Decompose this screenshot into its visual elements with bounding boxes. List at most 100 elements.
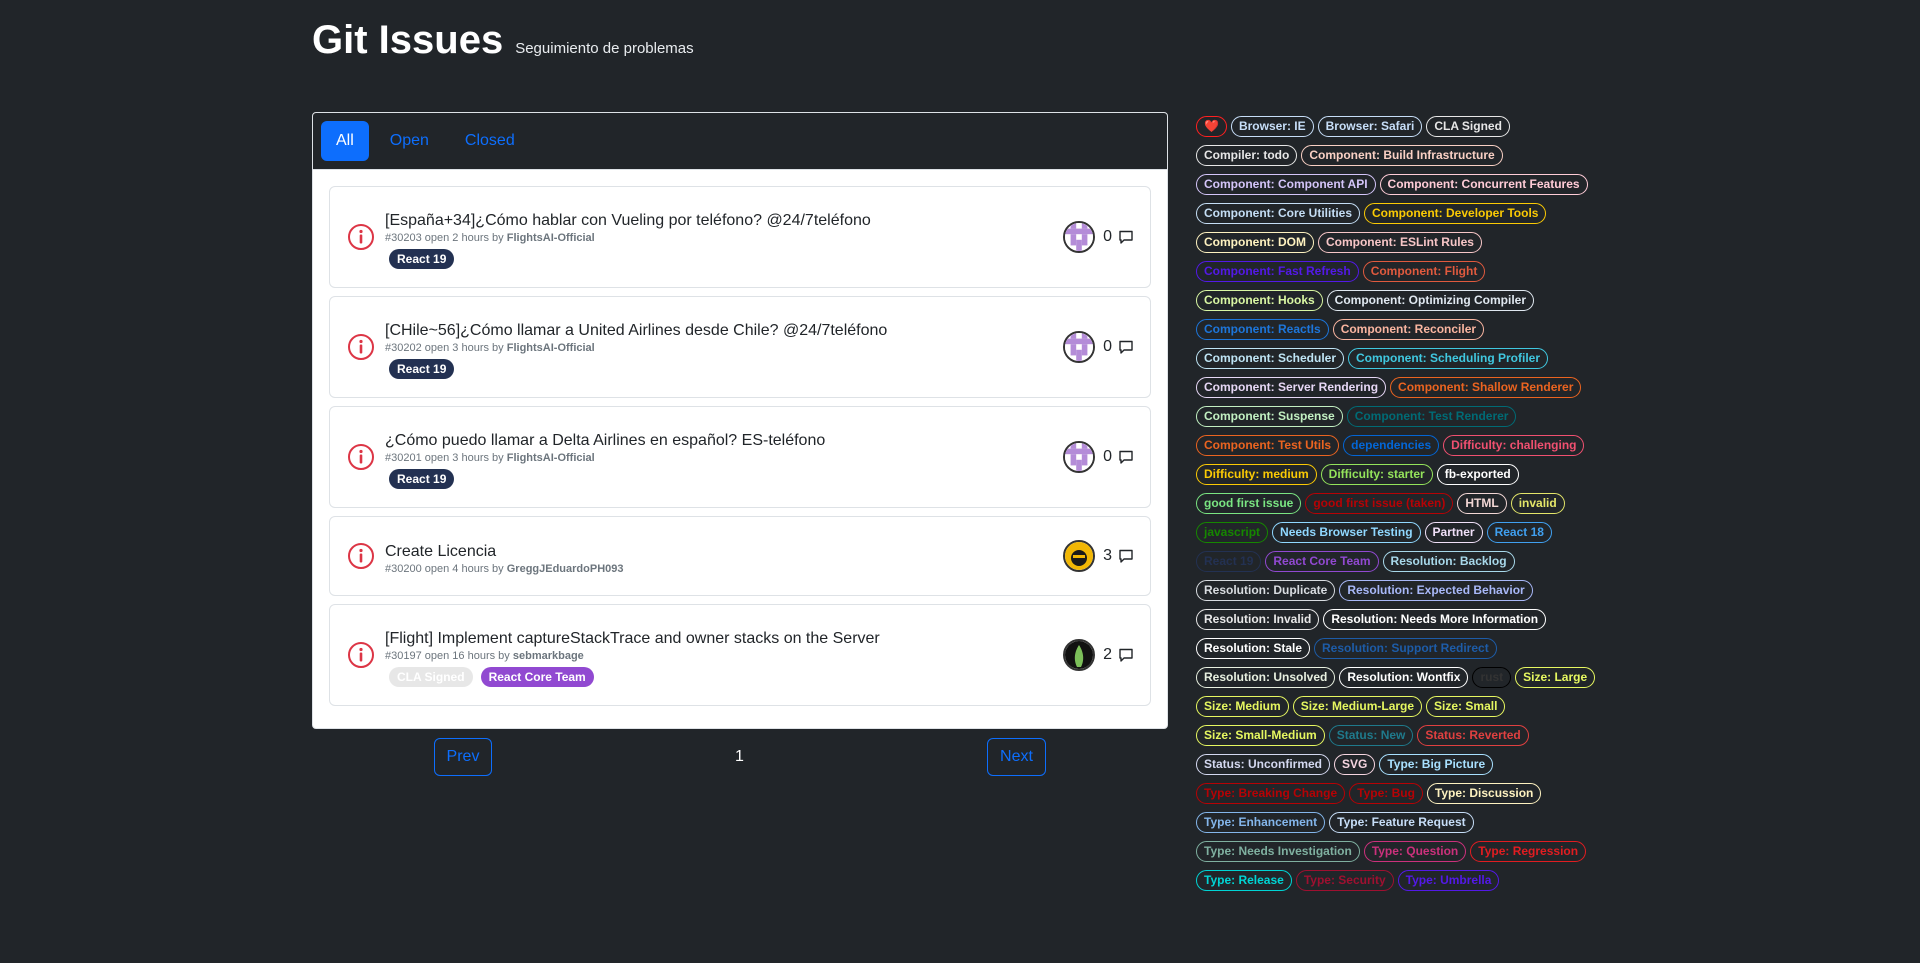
label-badge[interactable]: SVG	[1334, 754, 1376, 775]
avatar[interactable]	[1063, 639, 1096, 671]
label-badge[interactable]: React 19	[1196, 551, 1262, 572]
label-badge[interactable]: Component: Test Utils	[1196, 435, 1340, 456]
tab-open[interactable]: Open	[375, 121, 444, 161]
issue-tag[interactable]: CLA Signed	[389, 666, 473, 687]
label-badge[interactable]: Type: Enhancement	[1196, 812, 1326, 833]
label-badge[interactable]: Type: Release	[1196, 870, 1292, 891]
label-badge[interactable]: HTML	[1457, 493, 1507, 514]
label-badge[interactable]: Difficulty: starter	[1320, 464, 1433, 485]
label-badge[interactable]: Component: Reconciler	[1332, 319, 1485, 340]
avatar[interactable]	[1063, 331, 1096, 363]
label-badge[interactable]: Component: Test Renderer	[1346, 406, 1517, 427]
next-button[interactable]: Next	[987, 738, 1046, 776]
label-badge[interactable]: Status: Reverted	[1417, 725, 1529, 746]
label-badge[interactable]: Component: Hooks	[1196, 290, 1323, 311]
label-badge[interactable]: Resolution: Unsolved	[1196, 667, 1336, 688]
label-badge[interactable]: Resolution: Invalid	[1196, 609, 1320, 630]
issue-title[interactable]: [CHile~56]¿Cómo llamar a United Airlines…	[385, 322, 1063, 340]
issue-row[interactable]: [Flight] Implement captureStackTrace and…	[329, 604, 1151, 706]
label-badge[interactable]: Component: Suspense	[1196, 406, 1343, 427]
prev-button[interactable]: Prev	[434, 738, 492, 776]
label-badge[interactable]: Resolution: Wontfix	[1339, 667, 1469, 688]
label-badge[interactable]: Compiler: todo	[1196, 145, 1298, 166]
label-badge[interactable]: Component: Build Infrastructure	[1301, 145, 1503, 166]
issue-row[interactable]: ¿Cómo puedo llamar a Delta Airlines en e…	[329, 406, 1151, 508]
label-badge[interactable]: Component: Optimizing Compiler	[1326, 290, 1534, 311]
label-badge[interactable]: Type: Security	[1295, 870, 1394, 891]
issue-tag[interactable]: React 19	[389, 468, 455, 489]
label-badge[interactable]: Type: Regression	[1470, 841, 1587, 862]
label-badge[interactable]: Type: Needs Investigation	[1196, 841, 1360, 862]
label-badge[interactable]: rust	[1472, 667, 1512, 688]
avatar[interactable]	[1063, 221, 1096, 253]
label-badge[interactable]: Status: New	[1328, 725, 1414, 746]
issue-author[interactable]: FlightsAI-Official	[507, 342, 595, 354]
issue-title[interactable]: ¿Cómo puedo llamar a Delta Airlines en e…	[385, 432, 1063, 450]
label-badge[interactable]: good first issue (taken)	[1305, 493, 1454, 514]
label-badge[interactable]: Browser: IE	[1230, 116, 1314, 137]
avatar[interactable]	[1063, 441, 1096, 473]
tab-closed[interactable]: Closed	[450, 121, 530, 161]
label-badge[interactable]: Difficulty: medium	[1196, 464, 1317, 485]
label-badge[interactable]: Size: Medium-Large	[1292, 696, 1423, 717]
label-badge[interactable]: Type: Bug	[1349, 783, 1423, 804]
label-badge[interactable]: Component: Server Rendering	[1196, 377, 1387, 398]
label-badge[interactable]: Component: Scheduling Profiler	[1348, 348, 1549, 369]
label-badge[interactable]: Difficulty: challenging	[1443, 435, 1585, 456]
issue-tag[interactable]: React Core Team	[480, 666, 594, 687]
label-badge[interactable]: CLA Signed	[1426, 116, 1510, 137]
label-badge[interactable]: Type: Question	[1363, 841, 1467, 862]
label-badge[interactable]: Component: Concurrent Features	[1379, 174, 1588, 195]
label-badge[interactable]: Size: Small	[1426, 696, 1506, 717]
label-badge[interactable]: Component: Flight	[1362, 261, 1486, 282]
label-badge[interactable]: Component: ReactIs	[1196, 319, 1329, 340]
label-badge[interactable]: Type: Umbrella	[1397, 870, 1500, 891]
label-badge[interactable]: Type: Discussion	[1426, 783, 1542, 804]
label-badge[interactable]: Size: Small-Medium	[1196, 725, 1325, 746]
issue-author[interactable]: GreggJEduardoPH093	[507, 563, 624, 575]
label-badge[interactable]: Component: Component API	[1196, 174, 1376, 195]
issue-author[interactable]: FlightsAI-Official	[507, 452, 595, 464]
label-badge[interactable]: Resolution: Duplicate	[1196, 580, 1336, 601]
tab-all[interactable]: All	[321, 121, 369, 161]
issue-tag[interactable]: React 19	[389, 248, 455, 269]
label-badge[interactable]: Partner	[1424, 522, 1483, 543]
label-badge[interactable]: Component: Fast Refresh	[1196, 261, 1359, 282]
avatar[interactable]	[1063, 540, 1096, 572]
label-badge[interactable]: dependencies	[1343, 435, 1440, 456]
label-badge[interactable]: Component: Core Utilities	[1196, 203, 1361, 224]
issue-title[interactable]: Create Licencia	[385, 543, 1063, 561]
label-badge[interactable]: Resolution: Support Redirect	[1314, 638, 1497, 659]
label-badge[interactable]: Type: Breaking Change	[1196, 783, 1346, 804]
label-badge[interactable]: Resolution: Stale	[1196, 638, 1311, 659]
label-badge[interactable]: Resolution: Needs More Information	[1323, 609, 1547, 630]
label-badge[interactable]: Size: Medium	[1196, 696, 1289, 717]
label-badge[interactable]: Needs Browser Testing	[1272, 522, 1421, 543]
issue-author[interactable]: FlightsAI-Official	[507, 232, 595, 244]
issue-row[interactable]: [CHile~56]¿Cómo llamar a United Airlines…	[329, 296, 1151, 398]
label-badge[interactable]: Resolution: Backlog	[1382, 551, 1515, 572]
label-badge[interactable]: Component: DOM	[1196, 232, 1314, 253]
label-badge[interactable]: javascript	[1196, 522, 1269, 543]
label-badge[interactable]: Size: Large	[1515, 667, 1596, 688]
issue-tag[interactable]: React 19	[389, 358, 455, 379]
label-badge[interactable]: invalid	[1510, 493, 1565, 514]
issue-row[interactable]: [España+34]¿Cómo hablar con Vueling por …	[329, 186, 1151, 288]
label-badge[interactable]: Resolution: Expected Behavior	[1339, 580, 1533, 601]
label-badge[interactable]: Browser: Safari	[1317, 116, 1423, 137]
label-badge[interactable]: Type: Feature Request	[1329, 812, 1474, 833]
label-badge[interactable]: fb-exported	[1436, 464, 1519, 485]
label-badge[interactable]: React 18	[1486, 522, 1552, 543]
issue-title[interactable]: [España+34]¿Cómo hablar con Vueling por …	[385, 212, 1063, 230]
label-badge[interactable]: Component: Shallow Renderer	[1390, 377, 1582, 398]
label-badge[interactable]: React Core Team	[1265, 551, 1379, 572]
label-badge[interactable]: Component: Scheduler	[1196, 348, 1345, 369]
label-badge[interactable]: ❤️	[1196, 116, 1227, 137]
label-badge[interactable]: Component: Developer Tools	[1364, 203, 1547, 224]
issue-row[interactable]: Create Licencia #30200 open 4 hours by G…	[329, 516, 1151, 596]
label-badge[interactable]: good first issue	[1196, 493, 1302, 514]
label-badge[interactable]: Type: Big Picture	[1379, 754, 1494, 775]
label-badge[interactable]: Status: Unconfirmed	[1196, 754, 1331, 775]
issue-title[interactable]: [Flight] Implement captureStackTrace and…	[385, 630, 1063, 648]
label-badge[interactable]: Component: ESLint Rules	[1317, 232, 1482, 253]
